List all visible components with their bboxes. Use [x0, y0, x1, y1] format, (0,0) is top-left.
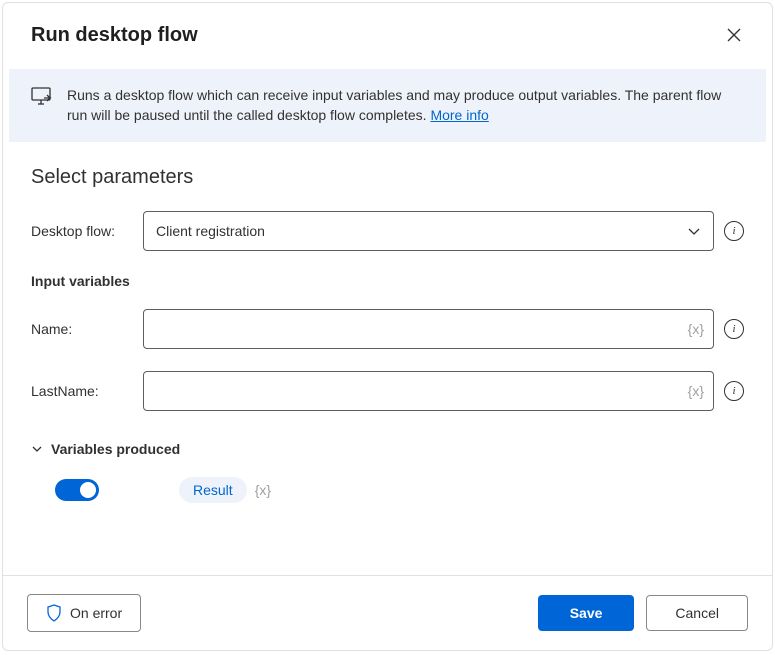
- dialog-content: Select parameters Desktop flow: Client r…: [3, 142, 772, 575]
- on-error-button[interactable]: On error: [27, 594, 141, 632]
- on-error-label: On error: [70, 605, 122, 621]
- name-input[interactable]: [143, 309, 714, 349]
- result-row: Result {x}: [31, 477, 744, 503]
- result-pill[interactable]: Result: [179, 477, 247, 503]
- save-button[interactable]: Save: [538, 595, 635, 631]
- banner-description: Runs a desktop flow which can receive in…: [67, 87, 721, 123]
- info-icon[interactable]: i: [724, 381, 744, 401]
- desktop-flow-icon: [31, 87, 53, 112]
- name-row: Name: {x} i: [31, 309, 744, 349]
- info-banner: Runs a desktop flow which can receive in…: [9, 69, 766, 142]
- desktop-flow-select[interactable]: Client registration: [143, 211, 714, 251]
- variable-icon: {x}: [255, 482, 271, 498]
- input-variables-label: Input variables: [31, 273, 744, 289]
- lastname-label: LastName:: [31, 383, 131, 399]
- lastname-row: LastName: {x} i: [31, 371, 744, 411]
- dialog-header: Run desktop flow: [3, 3, 772, 61]
- chevron-down-icon: [687, 224, 701, 238]
- desktop-flow-row: Desktop flow: Client registration i: [31, 211, 744, 251]
- desktop-flow-label: Desktop flow:: [31, 223, 131, 239]
- info-icon[interactable]: i: [724, 221, 744, 241]
- desktop-flow-value: Client registration: [156, 223, 265, 239]
- shield-icon: [46, 604, 62, 622]
- name-label: Name:: [31, 321, 131, 337]
- close-icon: [726, 27, 742, 43]
- run-desktop-flow-dialog: Run desktop flow Runs a desktop flow whi…: [2, 2, 773, 651]
- close-button[interactable]: [720, 21, 748, 49]
- variables-produced-label: Variables produced: [51, 441, 180, 457]
- dialog-footer: On error Save Cancel: [3, 575, 772, 650]
- lastname-input[interactable]: [143, 371, 714, 411]
- chevron-down-icon: [31, 443, 43, 455]
- info-icon[interactable]: i: [724, 319, 744, 339]
- dialog-title: Run desktop flow: [31, 24, 198, 47]
- banner-text: Runs a desktop flow which can receive in…: [67, 85, 744, 126]
- cancel-button[interactable]: Cancel: [646, 595, 748, 631]
- variables-produced-toggle[interactable]: Variables produced: [31, 441, 744, 457]
- section-title: Select parameters: [31, 166, 744, 189]
- more-info-link[interactable]: More info: [430, 107, 488, 123]
- result-toggle[interactable]: [55, 479, 99, 501]
